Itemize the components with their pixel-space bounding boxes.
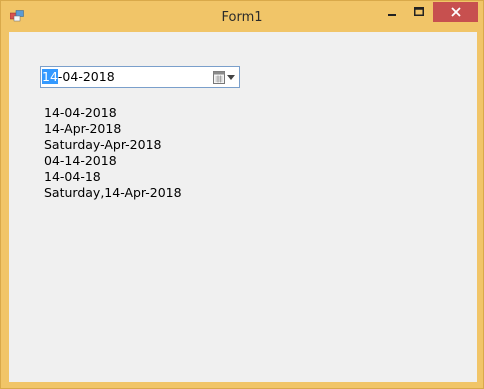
calendar-icon[interactable] xyxy=(213,70,225,84)
minimize-button[interactable] xyxy=(379,2,405,22)
close-icon xyxy=(450,7,461,17)
minimize-icon xyxy=(388,14,396,16)
date-time-picker[interactable]: 14-04-2018 xyxy=(40,66,240,88)
label-format-2: 14-Apr-2018 xyxy=(44,121,122,136)
label-format-3: Saturday-Apr-2018 xyxy=(44,137,162,152)
title-bar[interactable]: Form1 xyxy=(1,1,483,32)
label-format-5: 14-04-18 xyxy=(44,169,101,184)
label-format-1: 14-04-2018 xyxy=(44,105,117,120)
form-window: Form1 14-04-2018 14-04-2018 14-Apr-2018 … xyxy=(0,0,484,389)
label-format-4: 04-14-2018 xyxy=(44,153,117,168)
date-day-segment[interactable]: 14 xyxy=(42,69,58,84)
maximize-button[interactable] xyxy=(406,2,432,22)
date-value[interactable]: 14-04-2018 xyxy=(42,69,115,85)
form-client-area: 14-04-2018 14-04-2018 14-Apr-2018 Saturd… xyxy=(9,32,477,382)
form-icon xyxy=(10,10,24,22)
label-format-6: Saturday,14-Apr-2018 xyxy=(44,185,182,200)
close-button[interactable] xyxy=(433,2,478,22)
dropdown-arrow-icon[interactable] xyxy=(227,75,235,80)
maximize-icon xyxy=(414,7,424,16)
date-format-labels: 14-04-2018 14-Apr-2018 Saturday-Apr-2018… xyxy=(44,105,182,201)
date-rest-segment[interactable]: -04-2018 xyxy=(58,69,115,84)
